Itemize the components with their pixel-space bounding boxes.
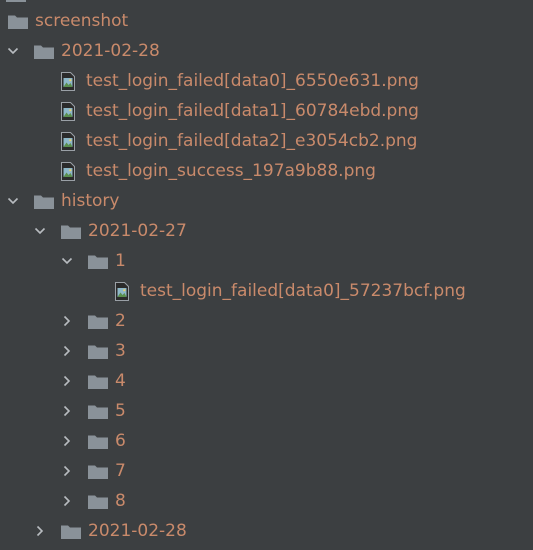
folder-row-4[interactable]: 4 bbox=[0, 366, 533, 396]
clipped-row-above bbox=[0, 0, 110, 4]
chevron-right-icon[interactable] bbox=[61, 315, 73, 327]
chevron-right-icon[interactable] bbox=[61, 465, 73, 477]
folder-row-3[interactable]: 3 bbox=[0, 336, 533, 366]
file-name: test_login_failed[data0]_6550e631.png bbox=[86, 71, 419, 91]
file-name: test_login_failed[data0]_57237bcf.png bbox=[140, 281, 466, 301]
folder-row-5[interactable]: 5 bbox=[0, 396, 533, 426]
file-name: test_login_failed[data1]_60784ebd.png bbox=[86, 101, 419, 121]
chevron-down-icon[interactable] bbox=[34, 225, 46, 237]
folder-icon bbox=[60, 523, 82, 540]
folder-name: 7 bbox=[115, 461, 126, 481]
folder-name: 2021-02-28 bbox=[88, 521, 187, 541]
chevron-right-icon[interactable] bbox=[61, 405, 73, 417]
folder-icon bbox=[7, 13, 29, 30]
folder-icon bbox=[87, 373, 109, 390]
chevron-right-icon[interactable] bbox=[61, 375, 73, 387]
folder-name: 2021-02-27 bbox=[88, 221, 187, 241]
image-file-icon bbox=[60, 161, 76, 181]
folder-icon bbox=[60, 223, 82, 240]
folder-name: 2021-02-28 bbox=[61, 41, 160, 61]
folder-name: screenshot bbox=[35, 11, 129, 31]
folder-icon bbox=[87, 313, 109, 330]
folder-name: 1 bbox=[115, 251, 126, 271]
file-row-test-login-failed-data0-6550e631-png[interactable]: test_login_failed[data0]_6550e631.png bbox=[0, 66, 533, 96]
chevron-right-icon[interactable] bbox=[61, 345, 73, 357]
folder-icon bbox=[33, 43, 55, 60]
chevron-right-icon[interactable] bbox=[61, 495, 73, 507]
folder-row-6[interactable]: 6 bbox=[0, 426, 533, 456]
folder-name: history bbox=[61, 191, 120, 211]
folder-name: 5 bbox=[115, 401, 126, 421]
folder-icon bbox=[87, 493, 109, 510]
folder-row-2021-02-27[interactable]: 2021-02-27 bbox=[0, 216, 533, 246]
folder-name: 4 bbox=[115, 371, 126, 391]
folder-icon bbox=[87, 463, 109, 480]
folder-row-2021-02-28[interactable]: 2021-02-28 bbox=[0, 36, 533, 66]
file-name: test_login_success_197a9b88.png bbox=[86, 161, 376, 181]
folder-row-2021-02-28[interactable]: 2021-02-28 bbox=[0, 516, 533, 546]
file-row-test-login-failed-data1-60784ebd-png[interactable]: test_login_failed[data1]_60784ebd.png bbox=[0, 96, 533, 126]
file-row-test-login-failed-data2-e3054cb2-png[interactable]: test_login_failed[data2]_e3054cb2.png bbox=[0, 126, 533, 156]
file-row-test-login-failed-data0-57237bcf-png[interactable]: test_login_failed[data0]_57237bcf.png bbox=[0, 276, 533, 306]
file-row-test-login-success-197a9b88-png[interactable]: test_login_success_197a9b88.png bbox=[0, 156, 533, 186]
folder-row-8[interactable]: 8 bbox=[0, 486, 533, 516]
folder-row-7[interactable]: 7 bbox=[0, 456, 533, 486]
image-file-icon bbox=[60, 101, 76, 121]
chevron-down-icon[interactable] bbox=[61, 255, 73, 267]
folder-name: 6 bbox=[115, 431, 126, 451]
chevron-right-icon[interactable] bbox=[34, 525, 46, 537]
image-file-icon bbox=[114, 281, 130, 301]
folder-icon bbox=[87, 403, 109, 420]
folder-row-history[interactable]: history bbox=[0, 186, 533, 216]
folder-icon bbox=[33, 193, 55, 210]
folder-name: 2 bbox=[115, 311, 126, 331]
image-file-icon bbox=[60, 131, 76, 151]
folder-icon bbox=[87, 253, 109, 270]
folder-icon bbox=[87, 343, 109, 360]
file-name: test_login_failed[data2]_e3054cb2.png bbox=[86, 131, 418, 151]
chevron-down-icon[interactable] bbox=[7, 45, 19, 57]
folder-row-screenshot[interactable]: screenshot bbox=[0, 6, 533, 36]
chevron-right-icon[interactable] bbox=[61, 435, 73, 447]
folder-row-2[interactable]: 2 bbox=[0, 306, 533, 336]
chevron-down-icon[interactable] bbox=[7, 195, 19, 207]
folder-icon bbox=[87, 433, 109, 450]
image-file-icon bbox=[60, 71, 76, 91]
folder-name: 3 bbox=[115, 341, 126, 361]
folder-row-1[interactable]: 1 bbox=[0, 246, 533, 276]
folder-name: 8 bbox=[115, 491, 126, 511]
